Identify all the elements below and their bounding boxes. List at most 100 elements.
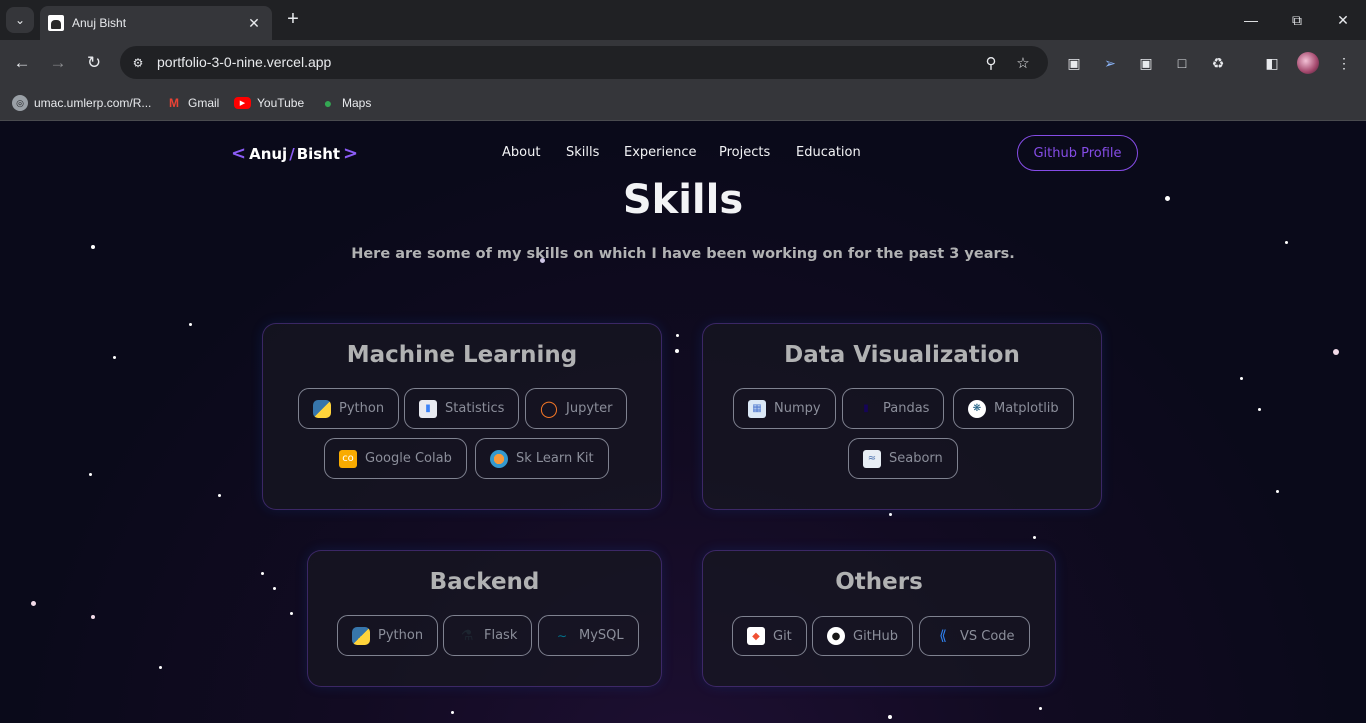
url-text[interactable]: portfolio-3-0-nine.vercel.app — [157, 54, 331, 70]
skill-chip-jupyter[interactable]: ◯ Jupyter — [525, 388, 628, 429]
restore-button[interactable]: ⧉ — [1274, 0, 1320, 40]
gmail-icon: M — [169, 96, 179, 110]
browser-toolbar: ← → ↻ ⚙ portfolio-3-0-nine.vercel.app ⚲ … — [0, 40, 1366, 85]
chip-label: Git — [773, 628, 792, 644]
nav-link-education[interactable]: Education — [796, 145, 861, 160]
skills-title: Skills — [622, 177, 744, 223]
minimize-button[interactable]: — — [1228, 0, 1274, 40]
chip-label: VS Code — [960, 628, 1015, 644]
menu-kebab-icon[interactable]: ⋮ — [1333, 52, 1355, 74]
site-logo[interactable]: < Anuj / Bisht > — [228, 143, 361, 164]
tab-favicon-icon — [48, 15, 64, 31]
chip-label: Google Colab — [365, 451, 452, 466]
address-bar[interactable]: ⚙ portfolio-3-0-nine.vercel.app ⚲ ☆ — [120, 46, 1048, 79]
python-icon — [352, 626, 370, 645]
star-decoration — [159, 666, 162, 669]
chip-label: Statistics — [445, 401, 505, 416]
bookmark-maps[interactable]: ● Maps — [320, 92, 372, 114]
bookmark-umac[interactable]: ◎ umac.umlerp.com/R... — [12, 92, 151, 114]
nav-link-projects[interactable]: Projects — [719, 145, 770, 160]
skill-chip-statistics[interactable]: ▮ Statistics — [404, 388, 520, 429]
back-button[interactable]: ← — [9, 50, 35, 76]
bookmark-label: umac.umlerp.com/R... — [34, 96, 152, 110]
github-profile-button[interactable]: Github Profile — [1017, 135, 1138, 171]
bookmark-label: Gmail — [188, 96, 220, 110]
skill-card-backend: Backend Python ⚗ Flask ∼ MySQL — [307, 550, 662, 687]
nav-link-skills[interactable]: Skills — [566, 145, 599, 160]
active-tab[interactable]: Anuj Bisht ✕ — [40, 6, 272, 40]
bookmark-youtube[interactable]: ▶ YouTube — [234, 92, 304, 114]
tab-close-icon[interactable]: ✕ — [244, 15, 264, 32]
extension-glasses-icon[interactable]: ▣ — [1135, 52, 1157, 74]
star-decoration — [189, 323, 192, 326]
card-title: Backend — [429, 569, 540, 595]
page-viewport: < Anuj / Bisht > About Skills Experience… — [0, 121, 1366, 723]
star-decoration — [290, 612, 293, 615]
forward-button[interactable]: → — [45, 50, 71, 76]
skill-chip-matplotlib[interactable]: ❋ Matplotlib — [953, 388, 1074, 429]
chip-label: Python — [339, 401, 385, 416]
nav-link-experience[interactable]: Experience — [624, 145, 697, 160]
chip-label: Matplotlib — [994, 401, 1059, 416]
bookmark-label: YouTube — [257, 96, 305, 110]
globe-icon: ◎ — [12, 95, 28, 111]
git-icon: ◆ — [747, 627, 765, 645]
star-decoration — [1039, 707, 1042, 710]
sklearn-icon — [490, 449, 508, 468]
star-decoration — [1033, 536, 1036, 539]
chip-label: GitHub — [853, 628, 899, 644]
nav-link-about[interactable]: About — [502, 145, 540, 160]
matplotlib-icon: ❋ — [968, 399, 986, 418]
reload-button[interactable]: ↻ — [81, 50, 107, 76]
site-info-icon[interactable]: ⚙ — [128, 53, 148, 73]
extension-cursor-icon[interactable]: ➢ — [1099, 52, 1121, 74]
skill-chip-mysql[interactable]: ∼ MySQL — [538, 615, 639, 656]
star-decoration — [261, 572, 264, 575]
logo-last-name: Bisht — [296, 144, 341, 163]
vscode-icon: ⟪ — [939, 628, 947, 644]
card-title: Data Visualization — [784, 342, 1020, 368]
skill-card-others: Others ◆ Git ● GitHub ⟪ VS Code — [702, 550, 1056, 687]
skill-chip-sklearn[interactable]: Sk Learn Kit — [475, 438, 609, 479]
bookmark-label: Maps — [342, 96, 372, 110]
skill-chip-google-colab[interactable]: co Google Colab — [324, 438, 467, 479]
zoom-icon[interactable]: ⚲ — [980, 52, 1002, 74]
star-decoration — [1333, 349, 1339, 355]
star-decoration — [1258, 408, 1261, 411]
skill-chip-python-backend[interactable]: Python — [337, 615, 439, 656]
chip-label: MySQL — [579, 628, 624, 643]
bookmark-star-icon[interactable]: ☆ — [1012, 52, 1034, 74]
extensions-puzzle-icon[interactable]: ♻ — [1207, 52, 1229, 74]
skill-chip-github[interactable]: ● GitHub — [812, 616, 914, 656]
chip-label: Python — [378, 628, 424, 643]
star-decoration — [889, 513, 892, 516]
close-window-button[interactable]: ✕ — [1320, 0, 1366, 40]
skill-chip-python[interactable]: Python — [298, 388, 400, 429]
new-tab-button[interactable]: + — [282, 8, 304, 32]
side-panel-icon[interactable]: ◧ — [1261, 52, 1283, 74]
skill-chip-numpy[interactable]: ▦ Numpy — [733, 388, 836, 429]
skill-chip-flask[interactable]: ⚗ Flask — [443, 615, 533, 656]
bookmark-gmail[interactable]: M Gmail — [166, 92, 219, 114]
logo-first-name: Anuj — [249, 144, 288, 163]
star-decoration — [675, 349, 679, 353]
extension-screenshot-icon[interactable]: □ — [1171, 52, 1193, 74]
skill-chip-pandas[interactable]: ▮ Pandas — [842, 388, 945, 429]
star-decoration — [451, 711, 454, 714]
profile-avatar[interactable] — [1297, 52, 1319, 74]
skill-chip-seaborn[interactable]: ≈ Seaborn — [848, 438, 958, 479]
chip-label: Jupyter — [566, 401, 613, 416]
mysql-dolphin-icon: ∼ — [556, 628, 568, 643]
chip-label: Seaborn — [889, 451, 943, 466]
youtube-icon: ▶ — [234, 97, 251, 109]
forward-arrow-icon: → — [49, 53, 67, 72]
tab-search-button[interactable]: ⌄ — [6, 7, 34, 33]
extension-cast-icon[interactable]: ▣ — [1063, 52, 1085, 74]
star-decoration — [1276, 490, 1279, 493]
star-decoration — [888, 715, 892, 719]
tab-title: Anuj Bisht — [72, 16, 127, 30]
reload-icon: ↻ — [86, 53, 102, 72]
tab-strip: ⌄ Anuj Bisht ✕ + — ⧉ ✕ — [0, 0, 1366, 40]
skill-chip-vscode[interactable]: ⟪ VS Code — [919, 616, 1030, 656]
skill-chip-git[interactable]: ◆ Git — [732, 616, 807, 656]
